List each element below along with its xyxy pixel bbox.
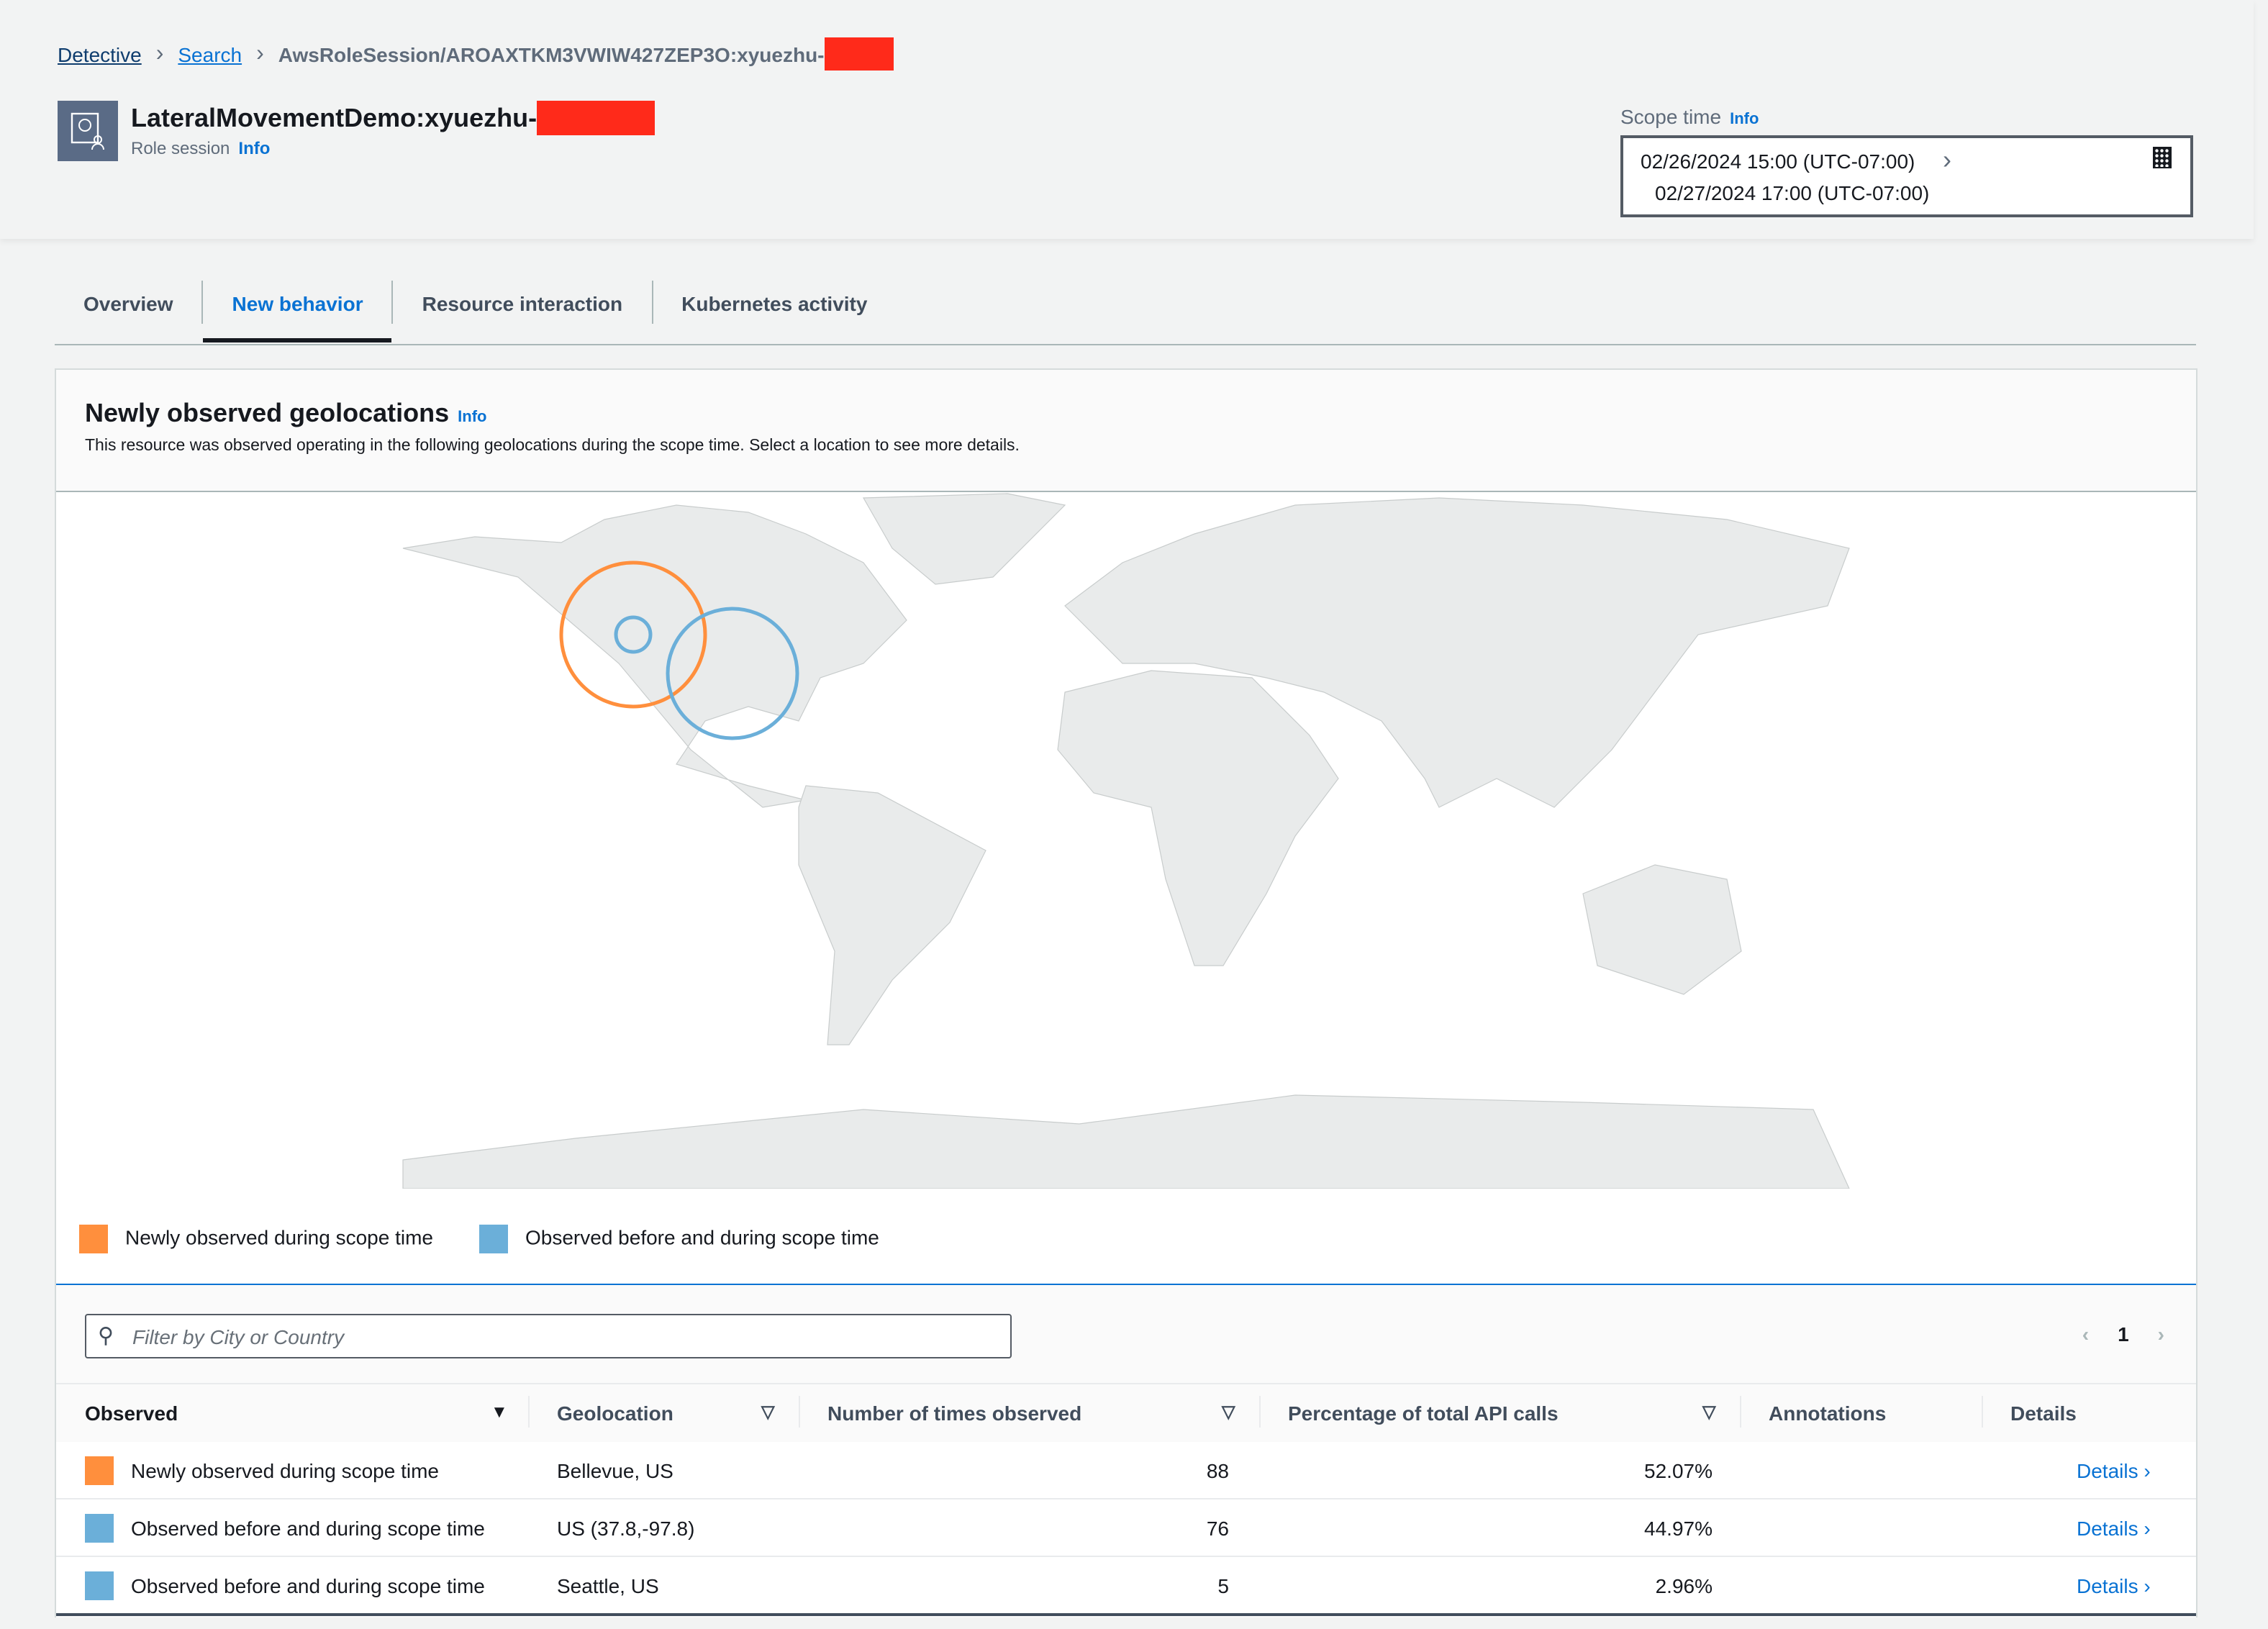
col-geolocation[interactable]: Geolocation	[557, 1402, 673, 1425]
tab-bar: Overview New behavior Resource interacti…	[55, 281, 2196, 345]
antarctica	[402, 1094, 1850, 1189]
south-america	[798, 785, 986, 1045]
col-details: Details	[2010, 1402, 2077, 1425]
tab-overview[interactable]: Overview	[55, 281, 204, 324]
tab-resource-interaction[interactable]: Resource interaction	[394, 281, 653, 324]
chevron-right-icon: ›	[155, 41, 164, 65]
orange-swatch-icon	[85, 1456, 114, 1485]
redaction	[824, 37, 894, 71]
sort-icon[interactable]: ▽	[761, 1402, 774, 1422]
chevron-right-icon: ›	[1943, 145, 1951, 174]
table-row[interactable]: Observed before and during scope time US…	[56, 1499, 2196, 1557]
tab-kubernetes-activity[interactable]: Kubernetes activity	[653, 281, 896, 324]
sort-desc-icon[interactable]: ▼	[491, 1402, 508, 1422]
table-row[interactable]: Observed before and during scope time Se…	[56, 1557, 2196, 1616]
search-icon: ⚲	[98, 1324, 114, 1348]
page-number[interactable]: 1	[2118, 1322, 2129, 1346]
blue-swatch-icon	[85, 1571, 114, 1600]
cell-count: 76	[1206, 1517, 1229, 1540]
col-annotations: Annotations	[1769, 1402, 1887, 1425]
world-map[interactable]	[402, 492, 1852, 1189]
panel-info-link[interactable]: Info	[458, 409, 486, 426]
scope-time-label: Scope time Info	[1620, 105, 1759, 128]
details-label: Details	[2077, 1459, 2138, 1482]
chevron-right-icon: ›	[2144, 1574, 2151, 1597]
cell-observed: Observed before and during scope time	[131, 1574, 485, 1597]
resource-type: Role session	[131, 138, 230, 158]
legend-before: Observed before and during scope time	[479, 1225, 879, 1253]
chevron-right-icon: ›	[256, 41, 264, 65]
geolocations-panel: Newly observed geolocations Info This res…	[55, 368, 2197, 1617]
cell-percentage: 2.96%	[1655, 1574, 1713, 1597]
blue-swatch-icon	[85, 1514, 114, 1543]
details-link[interactable]: Details ›	[2077, 1459, 2151, 1482]
title-text: LateralMovementDemo:xyuezhu-	[131, 103, 537, 132]
breadcrumb-detective[interactable]: Detective	[58, 42, 142, 65]
details-label: Details	[2077, 1517, 2138, 1540]
cell-percentage: 52.07%	[1644, 1459, 1713, 1482]
greenland	[862, 493, 1066, 585]
chevron-right-icon: ›	[2144, 1459, 2151, 1482]
breadcrumb-search[interactable]: Search	[178, 42, 242, 65]
subtitle: Role session Info	[131, 138, 270, 158]
scope-time-picker[interactable]: 02/26/2024 15:00 (UTC-07:00) › 02/27/202…	[1620, 135, 2193, 217]
orange-swatch-icon	[79, 1225, 108, 1253]
next-page-icon[interactable]: ›	[2158, 1322, 2164, 1346]
legend-before-label: Observed before and during scope time	[525, 1225, 879, 1249]
sort-icon[interactable]: ▽	[1702, 1402, 1715, 1422]
details-label: Details	[2077, 1574, 2138, 1597]
cell-geolocation: US (37.8,-97.8)	[557, 1517, 695, 1540]
scope-label-text: Scope time	[1620, 105, 1722, 128]
scope-info-link[interactable]: Info	[1730, 111, 1759, 128]
cell-observed: Observed before and during scope time	[131, 1517, 485, 1540]
pagination: ‹ 1 ›	[2082, 1322, 2164, 1346]
cell-percentage: 44.97%	[1644, 1517, 1713, 1540]
tab-new-behavior[interactable]: New behavior	[203, 281, 394, 342]
role-session-icon	[58, 101, 118, 161]
australia	[1582, 864, 1742, 995]
col-observed[interactable]: Observed	[85, 1402, 178, 1425]
map-legend: Newly observed during scope time Observe…	[79, 1225, 879, 1253]
col-count[interactable]: Number of times observed	[827, 1402, 1081, 1425]
cell-count: 5	[1217, 1574, 1229, 1597]
cell-geolocation: Seattle, US	[557, 1574, 659, 1597]
panel-header: Newly observed geolocations Info This res…	[56, 370, 2196, 492]
sort-icon[interactable]: ▽	[1222, 1402, 1235, 1422]
breadcrumb-current: AwsRoleSession/AROAXTKM3VWIW427ZEP3O:xyu…	[278, 42, 825, 65]
filter-placeholder: Filter by City or Country	[132, 1325, 345, 1348]
page-title: LateralMovementDemo:xyuezhu-	[131, 101, 656, 135]
legend-new: Newly observed during scope time	[79, 1225, 433, 1253]
details-link[interactable]: Details ›	[2077, 1574, 2151, 1597]
filter-input[interactable]: ⚲ Filter by City or Country	[85, 1314, 1012, 1358]
cell-observed: Newly observed during scope time	[131, 1459, 439, 1482]
panel-title-text: Newly observed geolocations	[85, 399, 450, 427]
africa	[1057, 670, 1339, 966]
blue-swatch-icon	[479, 1225, 508, 1253]
col-percentage[interactable]: Percentage of total API calls	[1288, 1402, 1559, 1425]
calendar-icon[interactable]	[2153, 147, 2172, 168]
info-link[interactable]: Info	[238, 138, 270, 158]
table-row[interactable]: Newly observed during scope time Bellevu…	[56, 1442, 2196, 1499]
table-header: Observed ▼ Geolocation ▽ Number of times…	[56, 1383, 2196, 1443]
page-header: Detective › Search › AwsRoleSession/AROA…	[0, 0, 2254, 239]
geolocations-table: ⚲ Filter by City or Country ‹ 1 › Observ…	[56, 1284, 2196, 1617]
breadcrumb: Detective › Search › AwsRoleSession/AROA…	[58, 37, 894, 71]
legend-new-label: Newly observed during scope time	[125, 1225, 433, 1249]
scope-end: 02/27/2024 17:00 (UTC-07:00)	[1655, 181, 1930, 204]
scope-start: 02/26/2024 15:00 (UTC-07:00)	[1641, 150, 1915, 173]
panel-title: Newly observed geolocations Info	[85, 399, 487, 429]
panel-description: This resource was observed operating in …	[85, 437, 1020, 455]
chevron-right-icon: ›	[2144, 1517, 2151, 1540]
redaction	[537, 101, 656, 135]
cell-count: 88	[1206, 1459, 1229, 1482]
details-link[interactable]: Details ›	[2077, 1517, 2151, 1540]
prev-page-icon[interactable]: ‹	[2082, 1322, 2089, 1346]
cell-geolocation: Bellevue, US	[557, 1459, 673, 1482]
north-america	[402, 504, 907, 808]
